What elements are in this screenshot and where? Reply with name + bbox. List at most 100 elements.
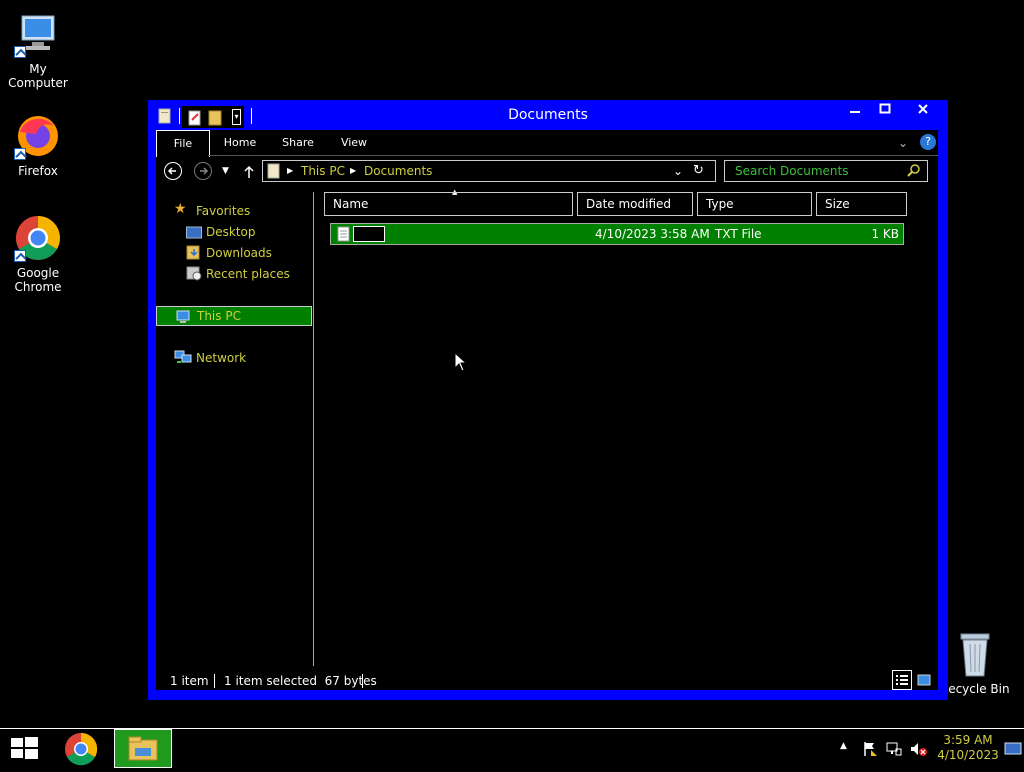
close-button[interactable]: [900, 102, 946, 120]
nav-recent-places[interactable]: Recent places: [206, 266, 290, 282]
ribbon-divider: [208, 155, 938, 156]
tab-home[interactable]: Home: [218, 130, 262, 156]
nav-favorites[interactable]: Favorites: [196, 203, 250, 219]
details-view-icon: [896, 675, 908, 685]
start-button[interactable]: [0, 729, 48, 768]
show-desktop-icon[interactable]: [1004, 741, 1022, 760]
new-folder-icon[interactable]: [208, 110, 222, 130]
text-file-icon: [337, 226, 351, 248]
table-row[interactable]: 4/10/2023 3:58 AM TXT File 1 KB: [330, 223, 904, 245]
desktop-icon-label: Firefox: [18, 164, 58, 178]
column-header-name[interactable]: Name: [324, 192, 573, 216]
forward-arrow-icon: [200, 167, 209, 175]
rename-input[interactable]: [353, 226, 385, 242]
minimize-button[interactable]: [840, 102, 870, 120]
network-icon: [174, 349, 192, 369]
chrome-icon: [14, 214, 62, 262]
mouse-cursor-icon: [454, 351, 468, 376]
details-view-button[interactable]: [892, 670, 912, 690]
pane-splitter[interactable]: [313, 192, 314, 666]
window-app-icon[interactable]: [158, 108, 172, 124]
column-header-size[interactable]: Size: [816, 192, 907, 216]
shortcut-arrow-icon: [14, 148, 26, 160]
desktop-icon-label: My Computer: [8, 62, 68, 90]
maximize-button[interactable]: [870, 102, 900, 120]
help-icon[interactable]: ?: [920, 134, 936, 150]
customize-toolbar-dropdown[interactable]: ▾: [232, 109, 241, 125]
taskbar-chrome-button[interactable]: [56, 729, 106, 768]
toolbar-separator: [251, 108, 252, 124]
recent-places-icon: [186, 265, 202, 285]
chrome-icon: [65, 732, 98, 766]
file-date-modified: 4/10/2023 3:58 AM: [595, 227, 710, 241]
recycle-bin-icon: [955, 630, 995, 678]
window-body: File Home Share View ⌄ ? ▼ ▶ This PC ▶ D…: [156, 130, 938, 690]
clock-time: 3:59 AM: [943, 733, 993, 747]
action-center-flag-icon[interactable]: [862, 741, 878, 761]
up-button[interactable]: [242, 164, 256, 184]
chevron-right-icon[interactable]: ▶: [287, 161, 293, 181]
shortcut-arrow-icon: [14, 250, 26, 262]
nav-this-pc-row[interactable]: This PC: [156, 306, 312, 326]
file-size: 1 KB: [871, 227, 899, 241]
network-tray-icon[interactable]: [886, 741, 902, 761]
address-history-dropdown[interactable]: ⌄: [673, 161, 683, 181]
computer-icon: [14, 10, 62, 58]
shortcut-arrow-icon: [14, 46, 26, 58]
favorites-star-icon: ★: [174, 201, 187, 217]
downloads-folder-icon: [186, 244, 202, 264]
taskbar-file-explorer-button[interactable]: [114, 729, 172, 768]
show-hidden-icons-button[interactable]: ▲: [840, 741, 847, 751]
tab-share[interactable]: Share: [274, 130, 322, 156]
column-header-type[interactable]: Type: [697, 192, 812, 216]
navigation-pane: ★ Favorites Desktop Downloads Recent pla…: [156, 192, 314, 666]
properties-icon[interactable]: [188, 110, 202, 130]
status-selection: 1 item selected 67 bytes: [224, 674, 377, 688]
explorer-window[interactable]: Documents ▾ File Home Share View ⌄ ? ▼ ▶…: [148, 100, 948, 700]
large-icons-view-button[interactable]: [916, 672, 932, 688]
file-type: TXT File: [715, 227, 762, 241]
desktop-icon-label: Google Chrome: [14, 266, 62, 294]
status-separator: [214, 674, 215, 688]
nav-desktop[interactable]: Desktop: [206, 224, 256, 240]
volume-muted-icon[interactable]: [910, 741, 928, 761]
nav-this-pc: This PC: [197, 309, 241, 323]
taskbar: ▲ 3:59 AM 4/10/2023: [0, 728, 1024, 768]
desktop-icon-my-computer[interactable]: My Computer: [0, 10, 76, 90]
desktop-icon-chrome[interactable]: Google Chrome: [0, 214, 76, 294]
back-arrow-icon: [167, 167, 176, 175]
quick-access-toolbar: ▾: [182, 106, 244, 128]
nav-downloads[interactable]: Downloads: [206, 245, 272, 261]
forward-button[interactable]: [194, 162, 212, 180]
column-header-date-modified[interactable]: Date modified: [577, 192, 693, 216]
breadcrumb-this-pc[interactable]: This PC: [301, 161, 345, 181]
firefox-icon: [14, 112, 62, 160]
nav-network[interactable]: Network: [196, 350, 246, 366]
status-item-count: 1 item: [170, 674, 209, 688]
up-arrow-icon: [244, 165, 254, 178]
desktop-icon-firefox[interactable]: Firefox: [0, 112, 76, 178]
search-input[interactable]: Search Documents: [724, 160, 928, 182]
tab-view[interactable]: View: [332, 130, 376, 156]
this-pc-icon: [175, 309, 191, 328]
file-explorer-icon: [128, 736, 158, 761]
chevron-right-icon[interactable]: ▶: [350, 161, 356, 181]
breadcrumb-documents[interactable]: Documents: [364, 161, 432, 181]
minimize-icon: [850, 111, 860, 113]
refresh-icon[interactable]: ↻: [693, 161, 704, 181]
desktop-folder-icon: [186, 225, 202, 244]
folder-location-icon: [267, 163, 281, 185]
tab-file[interactable]: File: [156, 130, 210, 157]
search-placeholder: Search Documents: [735, 164, 849, 178]
address-bar[interactable]: ▶ This PC ▶ Documents ⌄ ↻: [262, 160, 716, 182]
clock[interactable]: 3:59 AM 4/10/2023: [936, 733, 1000, 763]
search-icon: [907, 163, 921, 183]
expand-ribbon-icon[interactable]: ⌄: [898, 136, 908, 150]
clock-date: 4/10/2023: [937, 748, 999, 762]
back-button[interactable]: [164, 162, 182, 180]
toolbar-separator: [179, 108, 180, 124]
recent-locations-dropdown[interactable]: ▼: [222, 166, 229, 176]
status-separator: [362, 674, 363, 688]
windows-logo-icon: [11, 737, 38, 759]
close-icon: [918, 104, 928, 114]
